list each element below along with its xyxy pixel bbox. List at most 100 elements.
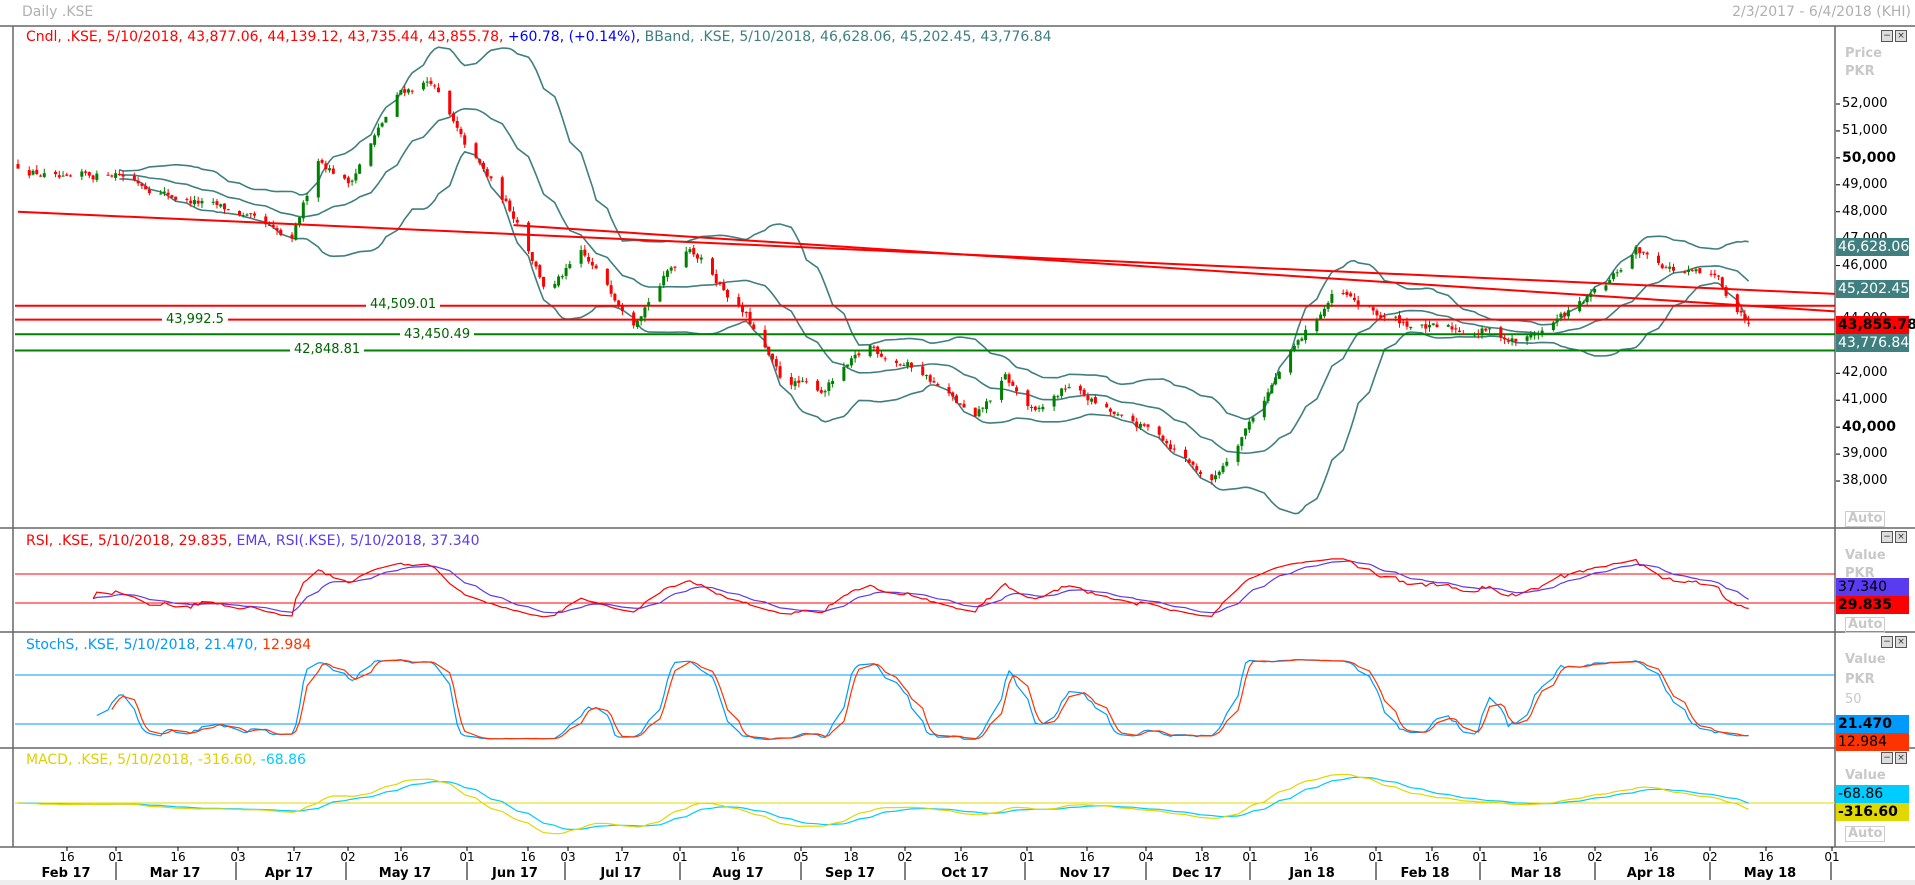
candle-body bbox=[883, 358, 887, 360]
candle-body bbox=[1199, 471, 1203, 474]
candle-body bbox=[1563, 312, 1567, 317]
candle-body bbox=[147, 189, 151, 194]
candle-body bbox=[185, 199, 189, 201]
candle-body bbox=[1694, 269, 1698, 272]
candle-body bbox=[159, 193, 163, 195]
day-tick-label: 01 bbox=[672, 850, 688, 864]
stoch-axis-title: Value bbox=[1845, 652, 1886, 667]
price-pane-minimize-icon[interactable]: − bbox=[1881, 30, 1893, 42]
price-legend: Cndl, .KSE, 5/10/2018, 43,877.06, 44,139… bbox=[26, 29, 1052, 45]
bollinger-middle-line bbox=[119, 107, 1750, 455]
candle-body bbox=[174, 196, 178, 200]
candle-body bbox=[1217, 471, 1221, 476]
candle-body bbox=[425, 81, 429, 83]
price-tick-label: 42,000 bbox=[1842, 365, 1888, 381]
candle-body bbox=[977, 409, 981, 417]
candle-body bbox=[294, 225, 298, 240]
candle-body bbox=[324, 163, 328, 170]
candle-body bbox=[305, 195, 309, 201]
candle-body bbox=[343, 174, 347, 179]
candle-body bbox=[879, 353, 883, 357]
candle-body bbox=[481, 162, 485, 169]
candle-body bbox=[515, 219, 519, 223]
candle-body bbox=[489, 176, 493, 179]
candle-body bbox=[117, 173, 121, 175]
candle-body bbox=[1593, 288, 1597, 293]
price-auto-button[interactable]: Auto bbox=[1845, 511, 1886, 527]
price-pane-close-icon[interactable]: × bbox=[1895, 30, 1907, 42]
candle-body bbox=[530, 252, 534, 261]
candle-body bbox=[1304, 329, 1308, 341]
candle-body bbox=[804, 381, 808, 383]
candle-body bbox=[166, 192, 170, 195]
candle-body bbox=[1172, 448, 1176, 450]
last-price-badge: 43,855.78 bbox=[1836, 316, 1915, 334]
candle-body bbox=[1420, 324, 1424, 326]
price-tick-label: 41,000 bbox=[1842, 392, 1888, 408]
candle-body bbox=[1645, 252, 1649, 255]
candle-body bbox=[1540, 330, 1544, 334]
candle-body bbox=[1709, 273, 1713, 275]
candle-body bbox=[1717, 275, 1721, 277]
month-label: Sep 17 bbox=[824, 866, 876, 881]
macd-auto-button[interactable]: Auto bbox=[1845, 826, 1886, 842]
candle-body bbox=[1116, 414, 1120, 416]
level-label-43450: 43,450.49 bbox=[400, 327, 475, 342]
stoch-d-badge: 12.984 bbox=[1836, 733, 1909, 751]
candle-body bbox=[1533, 333, 1537, 336]
rsi-pane-close-icon[interactable]: × bbox=[1895, 531, 1907, 543]
day-tick-label: 02 bbox=[1587, 850, 1603, 864]
candle-body bbox=[1000, 380, 1004, 400]
candle-body bbox=[1330, 293, 1334, 303]
candle-body bbox=[1236, 445, 1240, 462]
candle-body bbox=[1319, 314, 1323, 320]
candle-body bbox=[958, 403, 962, 405]
candle-body bbox=[590, 261, 594, 266]
candle-body bbox=[1375, 310, 1379, 316]
rsi-legend-value: RSI, .KSE, 5/10/2018, 29.835, bbox=[26, 533, 233, 549]
candle-body bbox=[849, 358, 853, 366]
macd-pane-minimize-icon[interactable]: − bbox=[1881, 752, 1893, 764]
candle-body bbox=[1739, 310, 1743, 313]
candle-body bbox=[538, 265, 542, 278]
candle-body bbox=[909, 362, 913, 368]
candle-body bbox=[1011, 381, 1015, 386]
candle-body bbox=[853, 354, 857, 359]
candle-body bbox=[1536, 334, 1540, 336]
candle-body bbox=[741, 306, 745, 313]
candle-body bbox=[1514, 338, 1518, 342]
candle-body bbox=[1138, 423, 1142, 428]
day-tick-label: 03 bbox=[230, 850, 246, 864]
candle-body bbox=[485, 169, 489, 177]
stoch-pane-minimize-icon[interactable]: − bbox=[1881, 636, 1893, 648]
candle-body bbox=[662, 275, 666, 286]
candle-body bbox=[947, 387, 951, 394]
day-tick-label: 01 bbox=[1242, 850, 1258, 864]
rsi-auto-button[interactable]: Auto bbox=[1845, 617, 1886, 633]
price-tick-label: 51,000 bbox=[1842, 122, 1888, 138]
candle-body bbox=[369, 143, 373, 166]
candle-body bbox=[27, 170, 31, 176]
candle-body bbox=[643, 307, 647, 318]
stoch-axis-unit: PKR bbox=[1845, 672, 1875, 687]
candle-body bbox=[395, 94, 399, 117]
candle-body bbox=[1191, 461, 1195, 465]
candle-body bbox=[170, 195, 174, 198]
candle-body bbox=[962, 403, 966, 408]
candle-body bbox=[932, 381, 936, 383]
candle-body bbox=[106, 174, 110, 176]
candle-body bbox=[924, 375, 928, 377]
candle-body bbox=[403, 89, 407, 93]
day-tick-label: 16 bbox=[170, 850, 186, 864]
stoch-pane-close-icon[interactable]: × bbox=[1895, 636, 1907, 648]
candle-body bbox=[110, 175, 114, 177]
candle-body bbox=[936, 383, 940, 386]
macd-pane-close-icon[interactable]: × bbox=[1895, 752, 1907, 764]
rsi-pane-minimize-icon[interactable]: − bbox=[1881, 531, 1893, 543]
candle-body bbox=[298, 217, 302, 225]
month-label: Apr 17 bbox=[264, 866, 314, 881]
candle-body bbox=[1026, 390, 1030, 407]
candle-body bbox=[647, 302, 651, 306]
candle-body bbox=[1619, 270, 1623, 272]
candle-body bbox=[1247, 421, 1251, 430]
